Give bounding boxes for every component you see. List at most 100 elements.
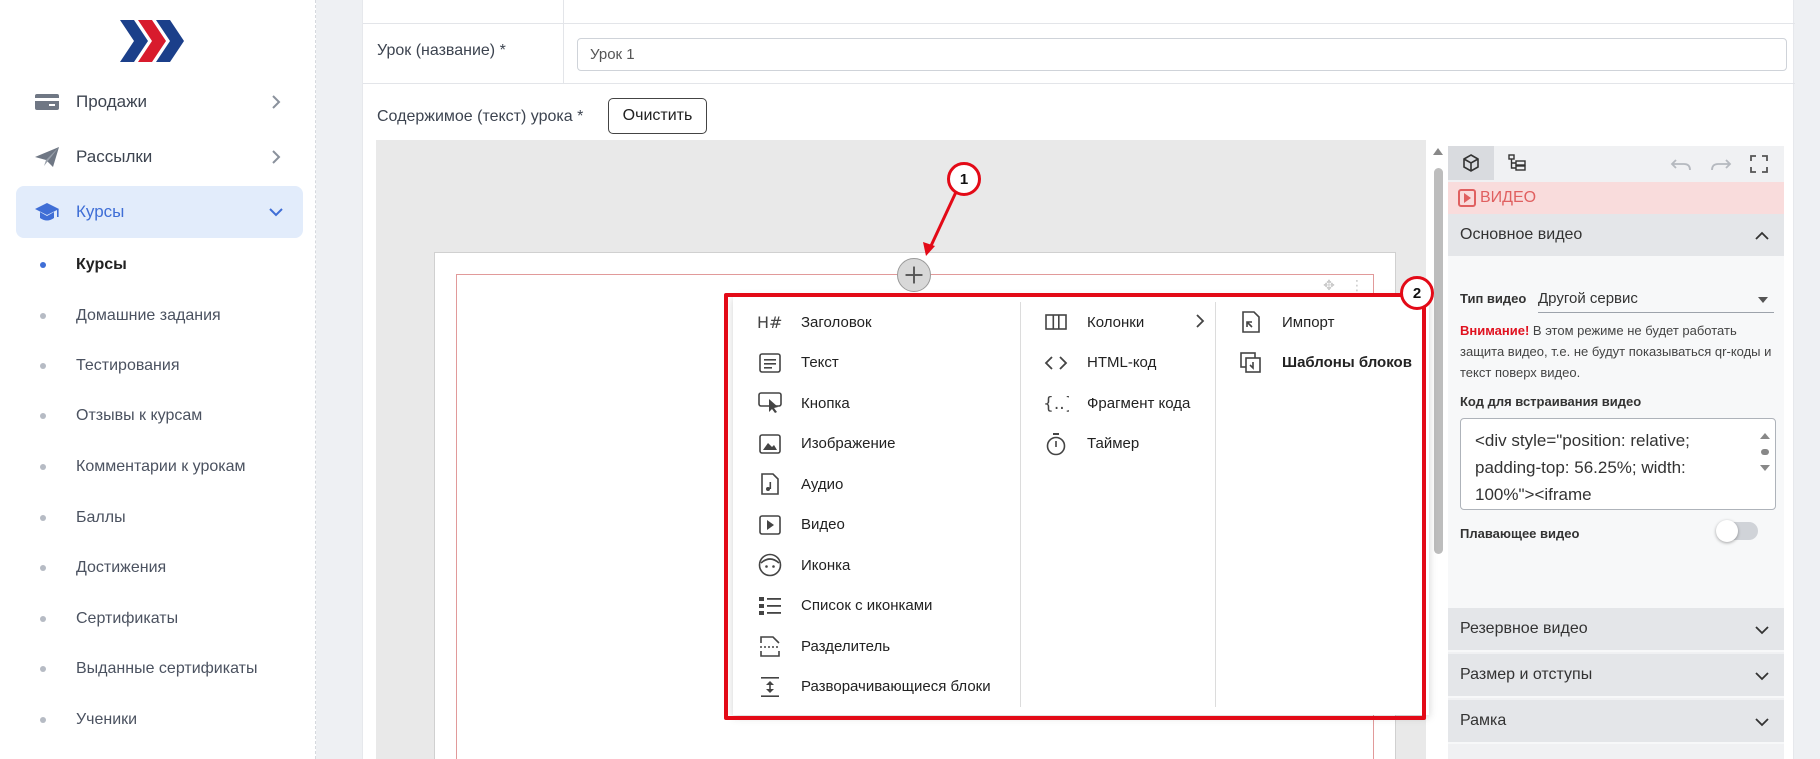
chevron-down-icon — [1755, 718, 1769, 727]
bullet-dot — [40, 413, 46, 419]
menu-item-heading[interactable]: H# Заголовок — [757, 302, 997, 343]
redo-icon[interactable] — [1710, 154, 1732, 174]
subitem-label: Ученики — [76, 711, 138, 728]
menu-item-label: Текст — [801, 354, 839, 372]
menu-item-label: Разворачивающиеся блоки — [801, 678, 991, 696]
menu-item-video[interactable]: Видео — [757, 505, 997, 546]
audio-file-icon — [757, 473, 783, 496]
bullet-dot — [40, 616, 46, 622]
subitem-label: Домашние задания — [76, 307, 221, 324]
menu-item-label: Шаблоны блоков — [1282, 354, 1412, 372]
floating-video-label: Плавающее видео — [1460, 526, 1580, 541]
menu-item-label: Колонки — [1087, 313, 1145, 331]
bullet-dot — [40, 666, 46, 672]
bullet-dot — [40, 515, 46, 521]
menu-item-label: Заголовок — [801, 313, 872, 331]
subitem-achievements[interactable]: Достижения — [40, 553, 166, 583]
move-icon[interactable]: ✥ — [1318, 276, 1340, 294]
subitem-points[interactable]: Баллы — [40, 503, 126, 533]
subitem-issued-certificates[interactable]: Выданные сертификаты — [40, 654, 257, 684]
menu-item-label: HTML-код — [1087, 354, 1157, 372]
lesson-title-row: Урок (название) * Урок 1 — [363, 24, 1795, 84]
bullet-dot — [40, 313, 46, 319]
sidebar-item-label: Курсы — [76, 202, 125, 221]
settings-panel: ВИДЕО Основное видео Тип видео Другой се… — [1448, 146, 1784, 759]
menu-item-button[interactable]: Кнопка — [757, 383, 997, 424]
section-backup-video[interactable]: Резервное видео — [1448, 608, 1784, 652]
video-play-icon — [1458, 189, 1476, 207]
sidebar-item-courses[interactable]: Курсы — [16, 186, 303, 238]
video-type-value: Другой сервис — [1538, 290, 1638, 307]
add-block-button[interactable] — [897, 258, 931, 292]
tab-structure[interactable] — [1494, 146, 1540, 180]
sidebar-item-mailings[interactable]: Рассылки — [16, 131, 303, 183]
subitem-certificates[interactable]: Сертификаты — [40, 604, 178, 634]
lesson-content-label: Содержимое (текст) урока * — [377, 108, 584, 125]
chevron-up-icon — [1755, 231, 1769, 240]
row-divider — [563, 0, 564, 24]
video-type-select[interactable]: Другой сервис — [1538, 285, 1774, 313]
panel-toolbar — [1448, 146, 1784, 182]
more-vertical-icon[interactable]: ⋮ — [1346, 276, 1368, 294]
warning-title: Внимание! — [1460, 323, 1530, 338]
section-title: Размер и отступы — [1460, 666, 1593, 683]
menu-item-icon[interactable]: Иконка — [757, 545, 997, 586]
floating-video-toggle[interactable] — [1716, 520, 1758, 542]
dropdown-arrow-icon — [1758, 297, 1768, 303]
menu-item-block-templates[interactable]: Шаблоны блоков — [1238, 343, 1428, 384]
previous-row — [363, 0, 1795, 24]
text-icon — [757, 352, 783, 374]
menu-item-divider[interactable]: Разделитель — [757, 626, 997, 667]
subitem-courses[interactable]: Курсы — [40, 250, 127, 280]
subitem-label: Курсы — [76, 256, 127, 273]
paper-plane-icon — [35, 147, 59, 167]
face-icon — [757, 553, 783, 577]
tab-content[interactable] — [1448, 146, 1494, 180]
menu-item-icon-list[interactable]: Список с иконками — [757, 586, 997, 627]
divider-icon — [757, 635, 783, 658]
menu-item-code-snippet[interactable]: {..} Фрагмент кода — [1043, 383, 1213, 424]
logo-icon[interactable] — [120, 20, 188, 62]
wallet-icon — [35, 94, 59, 110]
svg-text:H#: H# — [757, 313, 782, 331]
video-icon — [757, 514, 783, 536]
subitem-label: Баллы — [76, 509, 126, 526]
menu-item-label: Список с иконками — [801, 597, 933, 615]
menu-column-basic: H# Заголовок Текст Кнопка Изображение Ау… — [757, 302, 997, 707]
menu-item-accordion[interactable]: Разворачивающиеся блоки — [757, 667, 997, 708]
embed-code-textarea[interactable]: <div style="position: relative; padding-… — [1460, 418, 1776, 510]
svg-text:{..}: {..} — [1043, 394, 1069, 414]
textarea-scrollbar[interactable] — [1759, 433, 1771, 473]
subitem-reviews[interactable]: Отзывы к курсам — [40, 401, 202, 431]
subitem-comments[interactable]: Комментарии к урокам — [40, 452, 246, 482]
menu-item-html[interactable]: HTML-код — [1043, 343, 1213, 384]
menu-item-image[interactable]: Изображение — [757, 424, 997, 465]
bullet-dot — [40, 717, 46, 723]
menu-column-advanced: Колонки HTML-код {..} Фрагмент кода Тайм… — [1043, 302, 1213, 464]
menu-item-columns[interactable]: Колонки — [1043, 302, 1213, 343]
badge-label: ВИДЕО — [1480, 189, 1537, 206]
scroll-up-icon[interactable] — [1432, 146, 1444, 156]
clear-button[interactable]: Очистить — [608, 98, 707, 134]
sidebar-item-label: Продажи — [76, 92, 147, 111]
menu-item-audio[interactable]: Аудио — [757, 464, 997, 505]
subitem-tests[interactable]: Тестирования — [40, 351, 180, 381]
section-title: Резервное видео — [1460, 620, 1588, 637]
scroll-thumb[interactable] — [1434, 168, 1443, 554]
bullet-dot — [40, 262, 46, 268]
stopwatch-icon — [1043, 432, 1069, 456]
section-main-video[interactable]: Основное видео — [1448, 214, 1784, 258]
subitem-homework[interactable]: Домашние задания — [40, 301, 221, 331]
section-size-spacing[interactable]: Размер и отступы — [1448, 654, 1784, 698]
sidebar-item-sales[interactable]: Продажи — [16, 76, 303, 128]
menu-item-import[interactable]: Импорт — [1238, 302, 1428, 343]
menu-item-timer[interactable]: Таймер — [1043, 424, 1213, 465]
undo-icon[interactable] — [1670, 154, 1692, 174]
fullscreen-icon[interactable] — [1748, 154, 1770, 174]
code-icon — [1043, 352, 1069, 374]
import-file-icon — [1238, 311, 1264, 334]
lesson-title-input[interactable]: Урок 1 — [577, 38, 1787, 71]
subitem-students[interactable]: Ученики — [40, 705, 137, 735]
menu-item-text[interactable]: Текст — [757, 343, 997, 384]
section-border[interactable]: Рамка — [1448, 700, 1784, 744]
